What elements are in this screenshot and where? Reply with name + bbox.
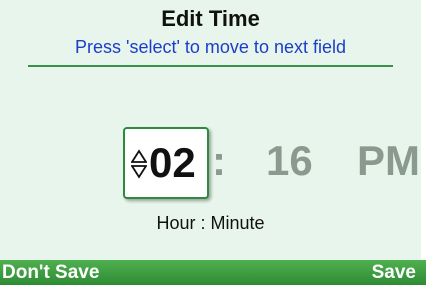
up-down-arrows-icon xyxy=(131,149,147,179)
dont-save-button[interactable]: Don't Save xyxy=(2,262,99,284)
instruction-text: Press 'select' to move to next field xyxy=(75,37,346,57)
softkey-bar: Don't Save Save xyxy=(0,260,426,285)
minute-field[interactable]: 16 xyxy=(266,137,313,185)
field-hint: Hour : Minute xyxy=(156,213,265,233)
time-separator: : xyxy=(212,137,226,184)
header-divider xyxy=(28,65,393,67)
ampm-field[interactable]: PM xyxy=(357,137,420,185)
content-panel: Edit Time Press 'select' to move to next… xyxy=(0,0,421,260)
edit-time-screen: Edit Time Press 'select' to move to next… xyxy=(0,0,426,285)
hour-value: 02 xyxy=(149,139,196,186)
save-button[interactable]: Save xyxy=(372,262,416,284)
right-edge-strip xyxy=(421,0,426,260)
hour-field[interactable]: 02 xyxy=(123,127,209,199)
page-title: Edit Time xyxy=(161,6,260,31)
time-editor: 02 : 16 PM xyxy=(0,120,426,210)
